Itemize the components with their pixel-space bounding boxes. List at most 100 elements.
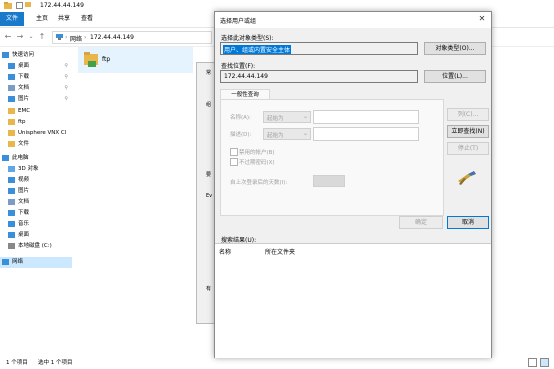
download-icon: [8, 74, 15, 80]
find-now-button[interactable]: 立即查找(N): [447, 125, 489, 138]
object-type-label: 选择此对象类型(S):: [221, 35, 274, 42]
new-folder-icon[interactable]: [25, 2, 31, 7]
sidebar-item-label: 桌面: [18, 63, 30, 69]
folder-icon: [84, 52, 98, 67]
video-icon: [8, 177, 15, 183]
column-header-name[interactable]: 名称: [219, 247, 231, 256]
address-bar[interactable]: › 网络 › 172.44.44.149: [52, 31, 212, 44]
breadcrumb-network[interactable]: 网络: [70, 34, 82, 43]
item-count: 1 个项目: [6, 360, 28, 366]
days-since-login-label: 自上次登录后的天数(I):: [230, 180, 288, 186]
object-types-button[interactable]: 对象类型(O)...: [424, 42, 486, 55]
locations-button[interactable]: 位置(L)...: [424, 70, 486, 83]
properties-icon[interactable]: [16, 2, 23, 9]
tab-file[interactable]: 文件: [0, 12, 24, 26]
days-since-login-select[interactable]: [313, 175, 345, 187]
sidebar-item[interactable]: 音乐: [0, 219, 72, 230]
sidebar-item[interactable]: 文档: [0, 197, 72, 208]
sidebar-item-label: 桌面: [18, 232, 30, 238]
document-icon: [8, 85, 15, 91]
pictures-icon: [8, 188, 15, 194]
select-users-dialog: 选择用户或组 ✕ 选择此对象类型(S): 用户、组或内置安全主体 对象类型(O)…: [214, 11, 492, 358]
sidebar-item[interactable]: 文件: [0, 139, 72, 150]
sidebar-item[interactable]: 桌面 ⚲: [0, 61, 72, 72]
sidebar-item[interactable]: 下载: [0, 208, 72, 219]
pin-icon[interactable]: ⚲: [64, 83, 68, 94]
columns-button[interactable]: 列(C)...: [447, 108, 489, 121]
sidebar-item-label: 3D 对象: [18, 166, 39, 172]
navigation-pane: 快速访问 桌面 ⚲ 下载 ⚲ 文档 ⚲ 图片 ⚲ EMC ftp Unisphere VNX Cl 文件…: [0, 47, 72, 352]
sidebar-item-label: 文档: [18, 199, 30, 205]
sidebar-item-label: 下载: [18, 74, 30, 80]
pin-icon[interactable]: ⚲: [64, 94, 68, 105]
folder-icon: [8, 130, 15, 136]
list-item[interactable]: ftp: [78, 47, 193, 73]
sidebar-item[interactable]: 下载 ⚲: [0, 72, 72, 83]
name-operator-value: 起始为: [267, 116, 284, 122]
details-view-icon[interactable]: [528, 358, 537, 367]
chevron-down-icon: ⌄: [302, 113, 308, 120]
document-icon: [8, 199, 15, 205]
sidebar-item[interactable]: 此电脑: [0, 153, 72, 164]
behind-label: 常: [206, 70, 212, 76]
disabled-accounts-checkbox[interactable]: [230, 148, 238, 156]
sidebar-item[interactable]: 本地磁盘 (C:): [0, 241, 72, 252]
location-label: 查找位置(F):: [221, 63, 256, 70]
disabled-accounts-label: 禁用的帐户(B): [239, 150, 275, 156]
description-input[interactable]: [313, 127, 419, 141]
tab-view[interactable]: 查看: [73, 12, 101, 26]
desktop-icon: [8, 63, 15, 69]
sidebar-item-label: Unisphere VNX Cl: [18, 130, 67, 136]
sidebar-item-label: 文件: [18, 141, 30, 147]
sidebar-item-label: 本地磁盘 (C:): [18, 243, 52, 249]
music-icon: [8, 221, 15, 227]
sidebar-item[interactable]: 视频: [0, 175, 72, 186]
no-expire-password-checkbox[interactable]: [230, 158, 238, 166]
network-icon: [56, 34, 63, 40]
location-field: 172.44.44.149: [220, 70, 418, 83]
back-icon[interactable]: ←: [3, 32, 13, 42]
cancel-button[interactable]: 取消: [447, 216, 489, 229]
name-label: 名称(A):: [230, 115, 251, 121]
close-icon[interactable]: ✕: [477, 14, 487, 24]
ok-button[interactable]: 确定: [399, 216, 443, 229]
search-people-icon: [458, 171, 476, 185]
common-queries-panel: 名称(A): 起始为 ⌄ 描述(D): 起始为 ⌄ 禁用的帐户(B) 不过期密码(X…: [220, 99, 444, 216]
sidebar-item-label: 图片: [18, 96, 30, 102]
sidebar-item[interactable]: 桌面: [0, 230, 72, 241]
sidebar-item[interactable]: 文档 ⚲: [0, 83, 72, 94]
no-expire-password-label: 不过期密码(X): [239, 160, 275, 166]
pin-icon[interactable]: ⚲: [64, 61, 68, 72]
computer-icon: [2, 155, 9, 161]
dialog-title: 选择用户或组: [220, 18, 257, 25]
sidebar-item-label: 文档: [18, 85, 30, 91]
description-operator-select[interactable]: 起始为 ⌄: [263, 128, 311, 140]
stop-button[interactable]: 停止(T): [447, 142, 489, 155]
name-input[interactable]: [313, 110, 419, 124]
breadcrumb-host[interactable]: 172.44.44.149: [90, 34, 134, 41]
sidebar-item[interactable]: ftp: [0, 117, 72, 128]
sidebar-item[interactable]: EMC: [0, 106, 72, 117]
selection-count: 选中 1 个项目: [38, 360, 73, 366]
name-operator-select[interactable]: 起始为 ⌄: [263, 111, 311, 123]
pin-icon[interactable]: ⚲: [64, 72, 68, 83]
recent-locations-icon[interactable]: ⌄: [26, 32, 36, 42]
sidebar-item-label: 此电脑: [12, 155, 29, 161]
sidebar-item[interactable]: 网络: [0, 257, 72, 268]
up-icon[interactable]: ↑: [37, 32, 47, 42]
column-header-folder[interactable]: 所在文件夹: [265, 247, 295, 256]
sidebar-item[interactable]: 快速访问: [0, 50, 72, 61]
dialog-title-bar: 选择用户或组 ✕: [215, 12, 491, 28]
folder-icon: [8, 141, 15, 147]
forward-icon[interactable]: →: [15, 32, 25, 42]
behind-label: 组: [206, 102, 212, 108]
sidebar-item[interactable]: 图片: [0, 186, 72, 197]
sidebar-item[interactable]: 3D 对象: [0, 164, 72, 175]
search-results-list[interactable]: 名称 所在文件夹: [215, 243, 491, 358]
sidebar-item[interactable]: Unisphere VNX Cl: [0, 128, 72, 139]
network-icon: [2, 259, 9, 265]
folder-icon: [8, 119, 15, 125]
sidebar-item[interactable]: 图片 ⚲: [0, 94, 72, 105]
object-type-value: 用户、组或内置安全主体: [223, 45, 292, 54]
large-icons-view-icon[interactable]: [540, 358, 549, 367]
